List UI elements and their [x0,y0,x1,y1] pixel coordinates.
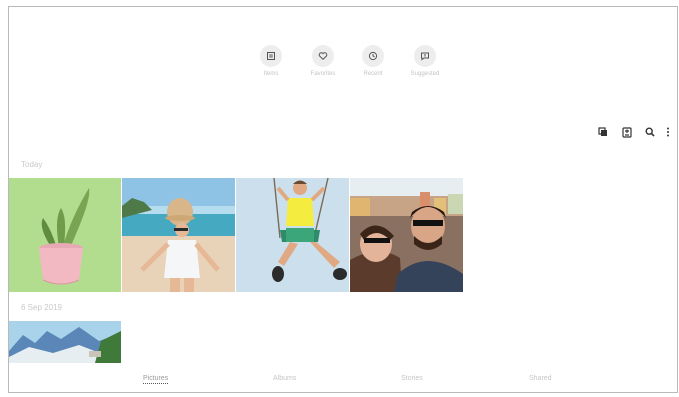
quick-action-label: Items [263,71,279,77]
quick-actions-bar: Items Favorites Recent Suggested [9,45,677,95]
section-header-today: Today [21,160,43,169]
more-icon[interactable] [665,125,671,139]
section-header-date: 6 Sep 2019 [21,303,62,312]
tab-albums[interactable]: Albums [273,375,296,382]
photo-thumbnail-swing[interactable] [236,178,349,292]
suggest-icon [414,45,436,67]
clock-icon [362,45,384,67]
tab-pictures[interactable]: Pictures [143,375,169,384]
quick-action-items[interactable]: Items [251,45,291,77]
bottom-navigation: Pictures Albums Stories Shared [9,371,677,391]
quick-action-favorites[interactable]: Favorites [303,45,343,77]
select-icon[interactable] [597,125,609,139]
quick-action-label: Suggested [410,71,440,77]
heart-icon [312,45,334,67]
photo-thumbnail-cactus[interactable] [9,178,121,292]
quick-action-label: Recent [363,71,383,77]
tab-stories[interactable]: Stories [401,375,423,382]
search-icon[interactable] [644,125,656,139]
photo-thumbnail-couple[interactable] [350,178,463,292]
quick-action-label: Favorites [310,71,336,77]
photo-thumbnail-landscape[interactable] [9,321,121,363]
create-icon[interactable] [621,125,633,139]
tab-shared[interactable]: Shared [529,375,552,382]
gallery-screen: Items Favorites Recent Suggested Today 6… [8,6,678,393]
quick-action-suggested[interactable]: Suggested [405,45,445,77]
album-icon [260,45,282,67]
quick-action-recent[interactable]: Recent [353,45,393,77]
photo-thumbnail-beach[interactable] [122,178,235,292]
photo-grid-today [9,178,677,292]
